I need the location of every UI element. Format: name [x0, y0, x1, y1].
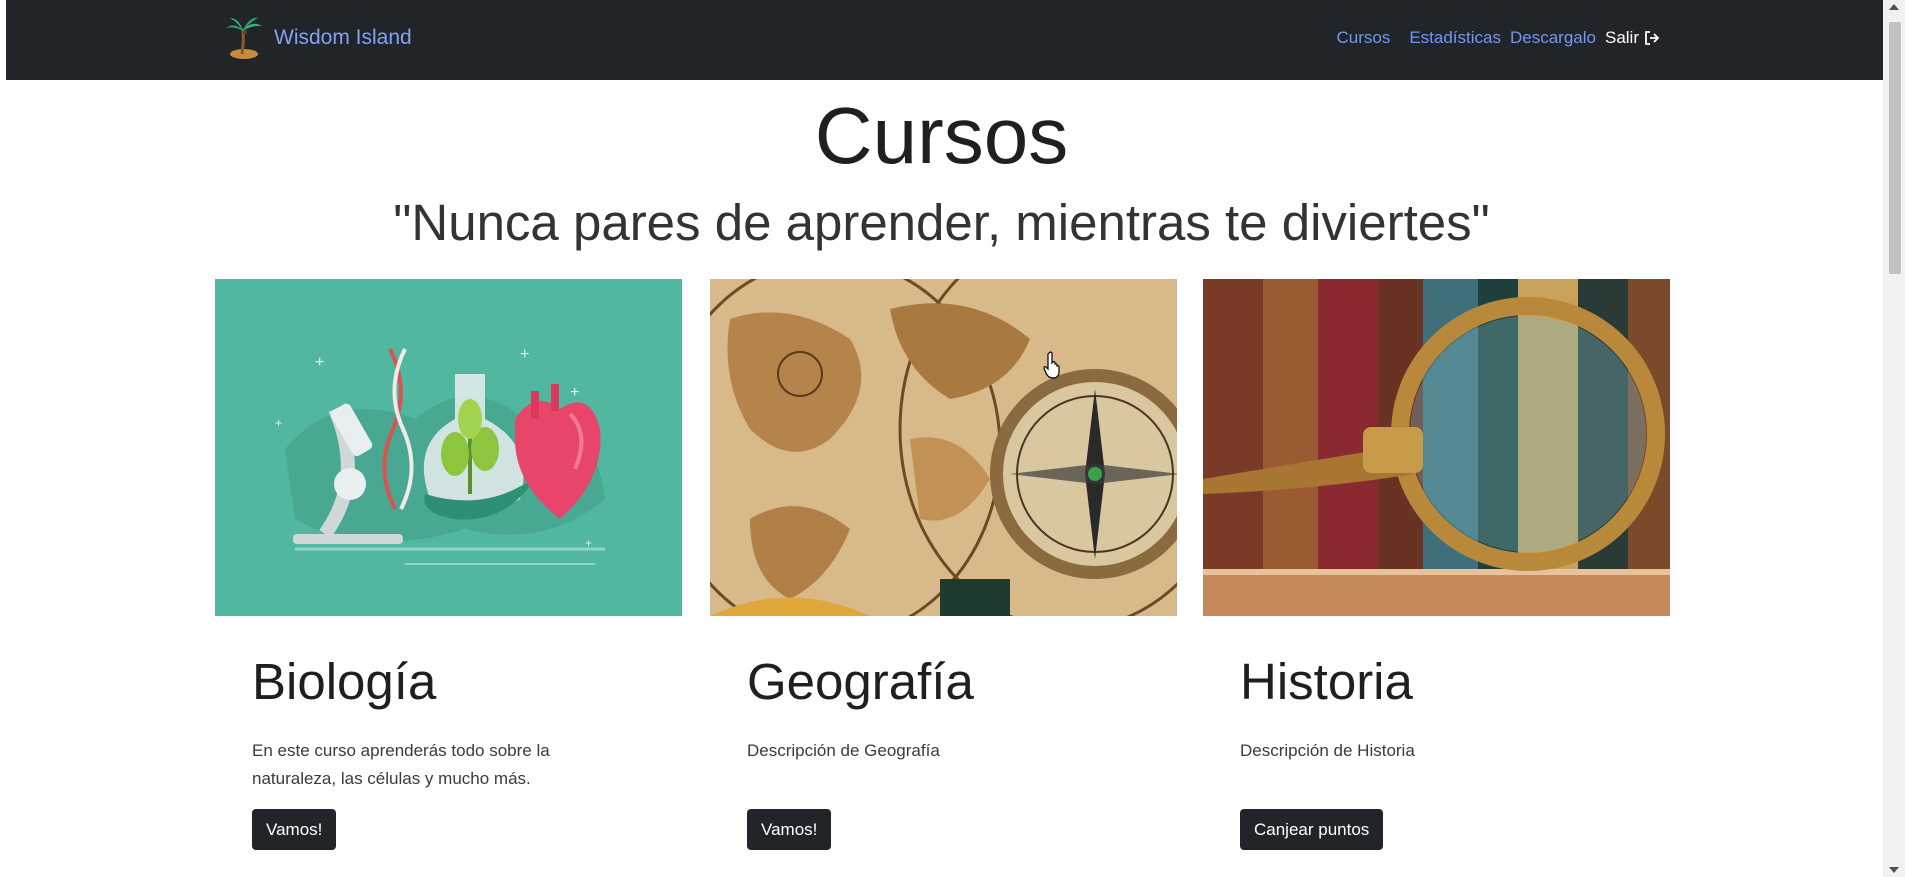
course-description: Descripción de Historia [1240, 741, 1415, 760]
course-description: En este curso aprenderás todo sobre la n… [252, 741, 550, 788]
svg-text:+: + [275, 416, 282, 430]
svg-text:+: + [315, 354, 324, 371]
course-title: Geografía [747, 653, 974, 710]
svg-text:+: + [585, 536, 592, 550]
biology-illustration-image: + + + + + [215, 279, 682, 616]
old-books-magnifier-image [1203, 279, 1670, 616]
scroll-up-arrow-icon[interactable] [1889, 4, 1899, 10]
nav-link-cursos[interactable]: Cursos [1336, 28, 1390, 48]
palm-island-logo-icon [226, 17, 262, 59]
logout-icon [1645, 31, 1660, 45]
canjear-puntos-button[interactable]: Canjear puntos [1240, 809, 1384, 850]
hand-pointer-cursor-icon [1043, 351, 1060, 379]
brand[interactable]: Wisdom Island [220, 14, 412, 62]
scroll-thumb[interactable] [1889, 22, 1901, 274]
nav-link-descargalo[interactable]: Descargalo [1510, 28, 1596, 48]
course-title: Biología [252, 653, 437, 710]
brand-name: Wisdom Island [274, 26, 412, 49]
scroll-down-arrow-icon[interactable] [1889, 867, 1899, 873]
course-title: Historia [1240, 653, 1413, 710]
page-title: Cursos [814, 91, 1069, 180]
logout-label: Salir [1604, 28, 1639, 47]
antique-map-compass-image [710, 279, 1177, 616]
course-card-biologia: + + + + + Biología En este curso aprende… [215, 279, 682, 850]
vertical-scrollbar[interactable] [1883, 0, 1905, 877]
vamos-button[interactable]: Vamos! [252, 809, 337, 850]
course-card-historia: Historia Descripción de Historia Canjear… [1203, 279, 1670, 850]
svg-text:+: + [570, 384, 579, 401]
logout-link[interactable]: Salir [1605, 28, 1661, 48]
top-navbar: Wisdom Island Cursos Estadísticas Descar… [6, 0, 1883, 80]
page-subtitle: "Nunca pares de aprender, mientras te di… [393, 194, 1490, 251]
course-description: Descripción de Geografía [747, 741, 940, 760]
vamos-button[interactable]: Vamos! [747, 809, 832, 850]
nav-links: Cursos Estadísticas Descargalo Salir [1336, 28, 1661, 48]
nav-link-estadisticas[interactable]: Estadísticas [1409, 28, 1501, 48]
course-card-geografia: Geografía Descripción de Geografía Vamos… [710, 279, 1177, 850]
svg-text:+: + [520, 346, 529, 363]
